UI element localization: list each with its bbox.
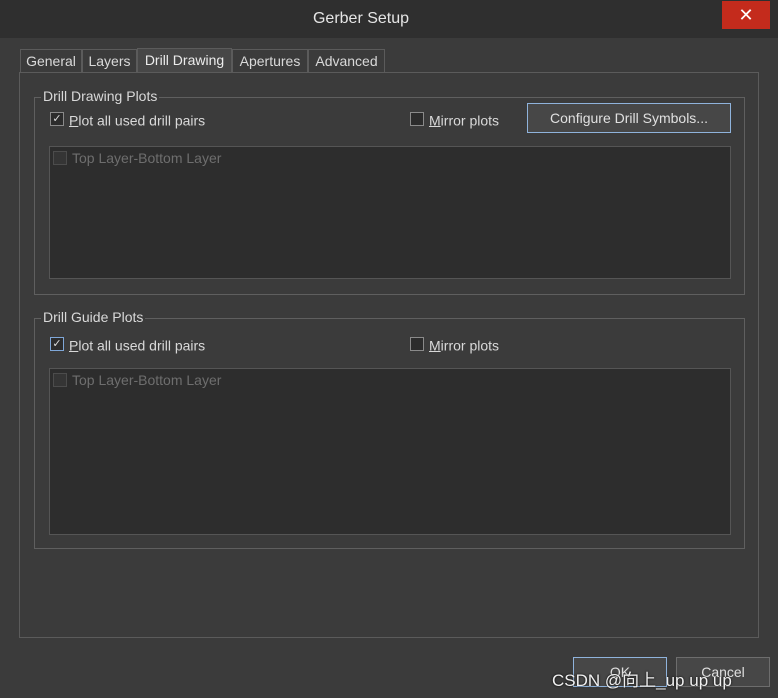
- check-icon: ✓: [52, 113, 62, 126]
- tab-general[interactable]: General: [20, 49, 82, 73]
- title-bar: Gerber Setup ✕: [0, 0, 778, 38]
- checkbox-box: [53, 151, 67, 166]
- checkbox-box[interactable]: [410, 337, 424, 352]
- drill-drawing-layer-pairs-list[interactable]: Top Layer-Bottom Layer: [49, 146, 731, 279]
- checkbox-box[interactable]: [410, 112, 424, 127]
- window-title: Gerber Setup: [312, 10, 410, 27]
- checkbox-box: [53, 373, 67, 388]
- check-icon: ✓: [52, 338, 62, 351]
- checkbox-label: Plot all used drill pairs: [69, 112, 206, 129]
- list-item: Top Layer-Bottom Layer: [53, 372, 221, 388]
- checkbox-box[interactable]: ✓: [50, 112, 64, 127]
- group-title-drill-drawing-plots: Drill Drawing Plots: [41, 88, 160, 104]
- tab-drill-drawing[interactable]: Drill Drawing: [137, 48, 232, 74]
- drill-drawing-plots-group: Drill Drawing Plots ✓ Plot all used drill…: [34, 88, 745, 295]
- checkbox-box[interactable]: ✓: [50, 337, 64, 352]
- tab-advanced[interactable]: Advanced: [308, 49, 385, 73]
- close-button[interactable]: ✕: [722, 1, 770, 29]
- drill-guide-layer-pairs-list[interactable]: Top Layer-Bottom Layer: [49, 368, 731, 535]
- drill-drawing-panel: Drill Drawing Plots ✓ Plot all used drill…: [19, 72, 759, 638]
- checkbox-label: Mirror plots: [429, 337, 500, 354]
- mirror-plots-checkbox[interactable]: Mirror plots: [410, 110, 499, 130]
- configure-drill-symbols-button[interactable]: Configure Drill Symbols...: [527, 103, 731, 133]
- plot-all-drill-pairs-checkbox[interactable]: ✓ Plot all used drill pairs: [50, 335, 205, 355]
- checkbox-label: Plot all used drill pairs: [69, 337, 206, 354]
- group-title-drill-guide-plots: Drill Guide Plots: [41, 309, 146, 325]
- watermark: CSDN @向上_up up up: [552, 671, 732, 690]
- drill-guide-plots-group: Drill Guide Plots ✓ Plot all used drill p…: [34, 309, 745, 549]
- tab-layers[interactable]: Layers: [82, 49, 137, 73]
- tab-apertures[interactable]: Apertures: [232, 49, 308, 73]
- mirror-plots-checkbox[interactable]: Mirror plots: [410, 335, 499, 355]
- list-item: Top Layer-Bottom Layer: [53, 150, 221, 166]
- plot-all-drill-pairs-checkbox[interactable]: ✓ Plot all used drill pairs: [50, 110, 205, 130]
- checkbox-label: Mirror plots: [429, 112, 500, 129]
- close-icon: ✕: [738, 5, 754, 25]
